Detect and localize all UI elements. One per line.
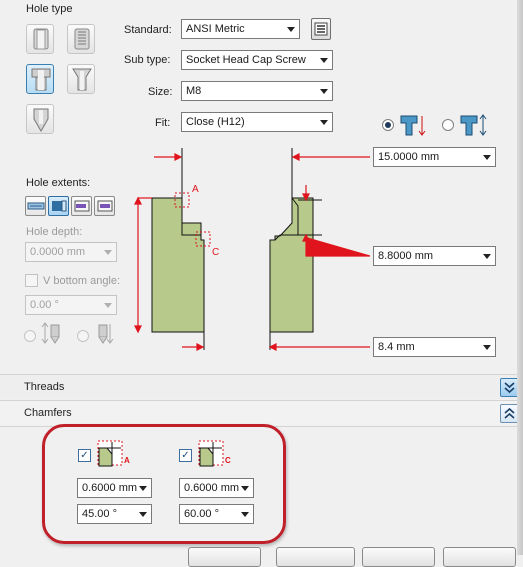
extent-from-to-icon (97, 200, 113, 212)
chamfer-a-tag: A (124, 456, 130, 465)
chamfer-a-angle-input[interactable]: 45.00 ° (77, 504, 152, 524)
size-label: Size: (148, 86, 173, 98)
chevron-down-icon (139, 486, 147, 491)
diagram-label-a: A (192, 184, 199, 195)
counterbore-depth-value: 8.8000 mm (378, 250, 434, 262)
extent-to-button[interactable] (71, 196, 92, 216)
countersink-hole-icon (72, 68, 92, 91)
chevron-down-icon (320, 120, 328, 125)
counterbore-diameter-value: 15.0000 mm (378, 151, 440, 163)
fit-value: Close (H12) (186, 116, 245, 128)
v-bottom-checkbox[interactable] (25, 274, 38, 287)
footer-button-4[interactable] (443, 547, 516, 567)
chamfer-a-checkbox[interactable]: ✓ (78, 449, 91, 462)
part-section-left (151, 197, 205, 333)
chevron-down-icon (241, 512, 249, 517)
hole-diameter-value: 8.4 mm (378, 341, 415, 353)
extent-to-icon (74, 200, 90, 212)
standard-label: Standard: (124, 24, 172, 36)
standard-library-button[interactable] (311, 18, 331, 40)
footer-button-2[interactable] (276, 547, 355, 567)
v-bottom-angle-input[interactable]: 0.00 ° (25, 295, 117, 315)
size-dropdown[interactable]: M8 (181, 81, 333, 101)
flat-bottom-icon (41, 322, 60, 344)
chevron-down-icon (320, 58, 328, 63)
standard-value: ANSI Metric (186, 23, 245, 35)
counterdrill-hole-icon (33, 108, 49, 132)
chamfer-c-checkbox[interactable]: ✓ (179, 449, 192, 462)
tapped-hole-button[interactable] (67, 24, 95, 54)
subtype-label: Sub type: (124, 54, 171, 66)
chevron-down-icon (483, 254, 491, 259)
counterbore-hole-button[interactable] (26, 64, 54, 94)
hole-type-title: Hole type (26, 3, 73, 15)
chamfer-a-distance-value: 0.6000 mm (82, 482, 138, 494)
chevron-down-icon (104, 250, 112, 255)
chevron-down-icon (287, 27, 295, 32)
drill-point-radio-angle[interactable] (77, 330, 89, 342)
chamfers-section-header[interactable]: Chamfers (0, 400, 523, 425)
counterbore-dimension-icon (400, 115, 426, 136)
dimension-mode-radio-1[interactable] (382, 119, 394, 131)
standard-dropdown[interactable]: ANSI Metric (181, 19, 300, 39)
chamfer-c-angle-input[interactable]: 60.00 ° (179, 504, 254, 524)
double-chevron-down-icon (504, 382, 515, 394)
library-list-icon (314, 22, 328, 36)
footer-button-3[interactable] (362, 547, 435, 567)
chevron-down-icon (104, 303, 112, 308)
size-value: M8 (186, 85, 202, 97)
drill-point-radio-flat[interactable] (24, 330, 36, 342)
hole-depth-label: Hole depth: (26, 226, 83, 238)
diagram-label-c: C (212, 247, 219, 258)
hole-section-diagram: A C (134, 148, 370, 351)
chevron-down-icon (241, 486, 249, 491)
chamfer-c-distance-value: 0.6000 mm (184, 482, 240, 494)
v-bottom-angle-label: V bottom angle: (43, 275, 121, 287)
angled-bottom-icon (98, 324, 114, 344)
chevron-down-icon (320, 89, 328, 94)
dimension-mode-radio-2[interactable] (442, 119, 454, 131)
chamfer-c-tag: C (225, 456, 231, 465)
extent-through-all-icon (52, 200, 67, 212)
chamfer-a-distance-input[interactable]: 0.6000 mm (77, 478, 152, 498)
counterbore-hole-icon (31, 68, 51, 91)
countersink-hole-button[interactable] (67, 64, 95, 94)
counterbore-depth-dimension-icon (460, 114, 487, 136)
extent-distance-button[interactable] (25, 196, 46, 216)
hole-depth-input[interactable]: 0.0000 mm (25, 242, 117, 262)
extent-distance-icon (27, 202, 45, 210)
counterdrill-hole-button[interactable] (26, 104, 54, 134)
footer-button-1[interactable] (188, 547, 261, 567)
fit-label: Fit: (155, 117, 171, 129)
chevron-down-icon (483, 155, 491, 160)
hole-extents-title: Hole extents: (26, 177, 91, 189)
subtype-dropdown[interactable]: Socket Head Cap Screw (181, 50, 333, 70)
counterbore-diameter-input[interactable]: 15.0000 mm (373, 147, 496, 167)
extent-from-to-button[interactable] (94, 196, 115, 216)
chevron-down-icon (483, 345, 491, 350)
extent-through-all-button[interactable] (48, 196, 69, 216)
fit-dropdown[interactable]: Close (H12) (181, 112, 333, 132)
chevron-down-icon (139, 512, 147, 517)
hole-depth-value: 0.0000 mm (30, 246, 86, 258)
double-chevron-up-icon (504, 407, 515, 419)
tapped-hole-icon (74, 28, 90, 50)
window-frame-right (517, 0, 523, 555)
chamfer-a-angle-value: 45.00 ° (82, 508, 117, 520)
counterbore-depth-input[interactable]: 8.8000 mm (373, 246, 496, 266)
subtype-value: Socket Head Cap Screw (186, 54, 306, 66)
simple-hole-icon (33, 28, 49, 50)
threads-title: Threads (24, 381, 65, 393)
chamfers-title: Chamfers (24, 407, 72, 419)
simple-hole-button[interactable] (26, 24, 54, 54)
chamfer-c-angle-value: 60.00 ° (184, 508, 219, 520)
part-section-right (269, 197, 314, 333)
chamfer-c-distance-input[interactable]: 0.6000 mm (179, 478, 254, 498)
hole-diameter-input[interactable]: 8.4 mm (373, 337, 496, 357)
threads-section-header[interactable]: Threads (0, 374, 523, 399)
v-bottom-angle-value: 0.00 ° (30, 299, 59, 311)
